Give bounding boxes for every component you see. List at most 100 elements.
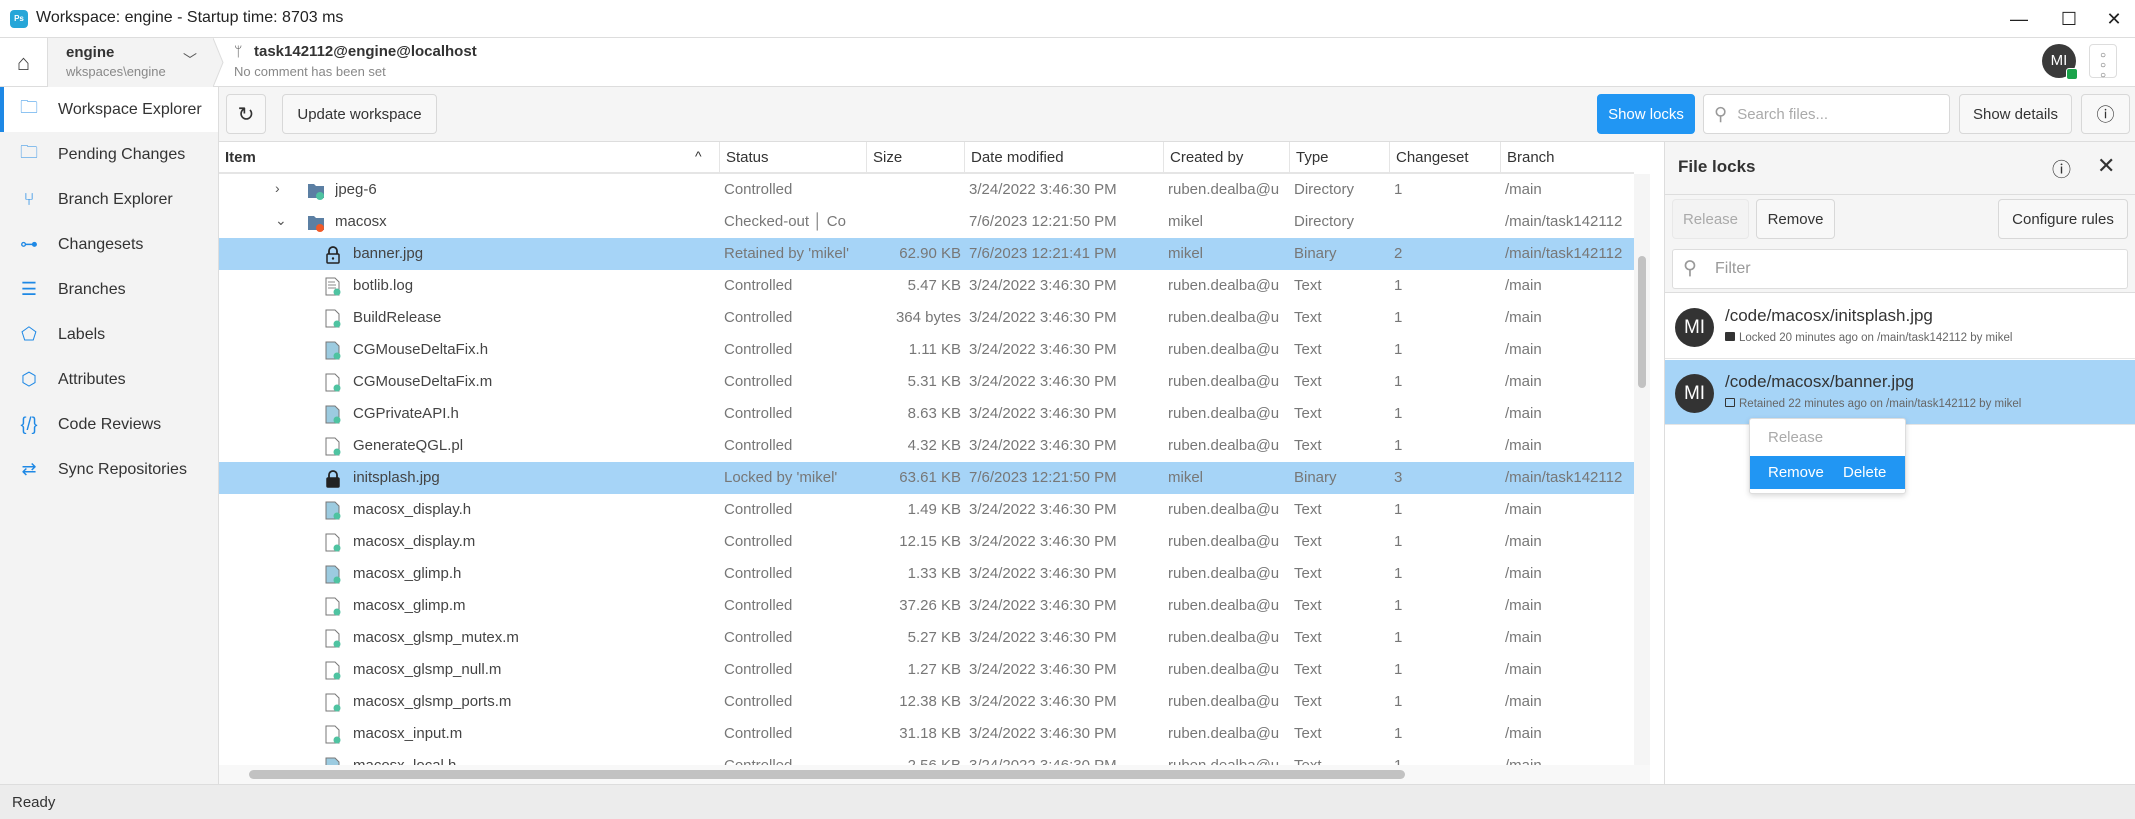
release-button[interactable]: Release	[1672, 199, 1749, 239]
home-button[interactable]: ⌂	[0, 38, 48, 87]
cell-cs: 1	[1394, 437, 1403, 454]
vertical-scrollbar[interactable]	[1634, 174, 1650, 765]
remove-button[interactable]: Remove	[1756, 199, 1835, 239]
cell-branch: /main	[1505, 533, 1542, 550]
sidebar-item-sync-repositories[interactable]: ⇄ Sync Repositories	[0, 447, 218, 492]
lock-item[interactable]: MI/code/macosx/initsplash.jpg Locked 20 m…	[1665, 294, 2135, 359]
column-header-type[interactable]: Type	[1289, 142, 1389, 174]
window-title: Workspace: engine - Startup time: 8703 m…	[36, 9, 344, 26]
menu-item-remove[interactable]: Remove Delete	[1750, 456, 1905, 489]
menu-item-release[interactable]: Release	[1750, 419, 1905, 456]
scrollbar-thumb[interactable]	[1638, 256, 1646, 388]
cell-by: ruben.dealba@u	[1168, 501, 1280, 518]
column-header-status[interactable]: Status	[719, 142, 866, 174]
cell-name: initsplash.jpg	[353, 469, 440, 486]
table-row[interactable]: ⌄ macosx Checked-out │ Co 7/6/2023 12:21:50…	[219, 206, 1634, 238]
cell-size: 5.31 KB	[907, 373, 961, 390]
help-button[interactable]: ⓘ	[2081, 94, 2130, 134]
sidebar-item-changesets[interactable]: ⊶ Changesets	[0, 222, 218, 267]
cell-name: BuildRelease	[353, 309, 442, 326]
table-row[interactable]: › jpeg-6 Controlled 3/24/2022 3:46:30 PM rub…	[219, 174, 1634, 206]
table-row[interactable]: CGPrivateAPI.h Controlled 8.63 KB 3/24/2022…	[219, 398, 1634, 430]
cell-size: 12.38 KB	[899, 693, 961, 710]
cell-date: 3/24/2022 3:46:30 PM	[969, 501, 1117, 518]
table-row[interactable]: macosx_display.m Controlled 12.15 KB 3/24/2…	[219, 526, 1634, 558]
table-row[interactable]: macosx_glsmp_ports.m Controlled 12.38 KB 3/…	[219, 686, 1634, 718]
table-row[interactable]: banner.jpg Retained by 'mikel' 62.90 KB 7/6…	[219, 238, 1634, 270]
cell-branch: /main	[1505, 405, 1542, 422]
close-panel-icon[interactable]: ✕	[2097, 153, 2115, 179]
sidebar-item-branch-explorer[interactable]: ⑂ Branch Explorer	[0, 177, 218, 222]
chevron-down-icon[interactable]: ⌄	[275, 212, 287, 229]
sidebar-item-branches[interactable]: ☰ Branches	[0, 267, 218, 312]
changesets-icon: ⊶	[20, 234, 38, 254]
horizontal-scrollbar[interactable]	[219, 765, 1650, 784]
show-locks-button[interactable]: Show locks	[1597, 94, 1695, 134]
menu-item-shortcut: Delete	[1843, 464, 1887, 481]
file-icon	[325, 661, 341, 680]
table-row[interactable]: macosx_glimp.h Controlled 1.33 KB 3/24/2022…	[219, 558, 1634, 590]
sidebar-item-attributes[interactable]: ⬡ Attributes	[0, 357, 218, 402]
branch-icon: ᛘ	[234, 43, 243, 59]
table-row[interactable]: BuildRelease Controlled 364 bytes 3/24/2022…	[219, 302, 1634, 334]
chevron-right-icon[interactable]: ›	[275, 180, 280, 196]
lock-item[interactable]: MI/code/macosx/banner.jpg Retained 22 min…	[1665, 360, 2135, 425]
workspace-path: wkspaces\engine	[66, 64, 166, 79]
workspace-selector[interactable]: engine wkspaces\engine ﹀	[48, 38, 213, 87]
cell-branch: /main	[1505, 597, 1542, 614]
cell-cs: 2	[1394, 245, 1403, 262]
more-options-button[interactable]: ○ ○ ○	[2089, 44, 2117, 81]
column-header-date-modified[interactable]: Date modified	[964, 142, 1163, 174]
cell-name: CGMouseDeltaFix.h	[353, 341, 489, 358]
close-window-button[interactable]: ✕	[2085, 0, 2135, 38]
sidebar-item-labels[interactable]: ⬠ Labels	[0, 312, 218, 357]
cell-branch: /main	[1505, 309, 1542, 326]
lock-badge-icon	[2066, 68, 2078, 80]
sidebar-item-label: Workspace Explorer	[58, 100, 202, 118]
table-row[interactable]: CGMouseDeltaFix.m Controlled 5.31 KB 3/24/2…	[219, 366, 1634, 398]
cell-status: Controlled	[724, 661, 793, 678]
help-icon[interactable]: ⓘ	[2052, 155, 2071, 182]
table-row[interactable]: GenerateQGL.pl Controlled 4.32 KB 3/24/2022…	[219, 430, 1634, 462]
table-row[interactable]: botlib.log Controlled 5.47 KB 3/24/2022 3:4…	[219, 270, 1634, 302]
context-menu: Release Remove Delete	[1749, 418, 1906, 494]
search-files-input[interactable]: ⚲ Search files...	[1703, 94, 1950, 134]
table-row[interactable]: macosx_local.h Controlled 2.56 KB 3/24/2022…	[219, 750, 1634, 765]
cell-branch: /main	[1505, 341, 1542, 358]
sidebar-item-label: Pending Changes	[58, 145, 186, 163]
update-workspace-button[interactable]: Update workspace	[282, 94, 437, 134]
column-header-changeset[interactable]: Changeset	[1389, 142, 1500, 174]
sidebar-item-code-reviews[interactable]: {/} Code Reviews	[0, 402, 218, 447]
table-row[interactable]: macosx_display.h Controlled 1.49 KB 3/24/20…	[219, 494, 1634, 526]
table-row[interactable]: macosx_glsmp_mutex.m Controlled 5.27 KB 3/2…	[219, 622, 1634, 654]
scrollbar-thumb[interactable]	[249, 770, 1405, 779]
configure-rules-button[interactable]: Configure rules	[1998, 199, 2128, 239]
cell-cs: 1	[1394, 565, 1403, 582]
column-header-size[interactable]: Size	[866, 142, 964, 174]
cell-status: Controlled	[724, 533, 793, 550]
cell-by: mikel	[1168, 469, 1204, 486]
show-details-button[interactable]: Show details	[1959, 94, 2072, 134]
cell-size: 1.49 KB	[907, 501, 961, 518]
cell-date: 3/24/2022 3:46:30 PM	[969, 597, 1117, 614]
lock-meta: Retained 22 minutes ago on /main/task142…	[1725, 398, 2021, 410]
help-icon: ⓘ	[2096, 105, 2115, 125]
filter-input[interactable]: ⚲ Filter	[1672, 249, 2128, 289]
file-icon	[325, 629, 341, 648]
cell-size: 8.63 KB	[907, 405, 961, 422]
table-row[interactable]: CGMouseDeltaFix.h Controlled 1.11 KB 3/24/2…	[219, 334, 1634, 366]
sidebar-item-pending-changes[interactable]: 🗀 Pending Changes	[0, 132, 218, 177]
table-row[interactable]: macosx_input.m Controlled 31.18 KB 3/24/202…	[219, 718, 1634, 750]
column-header-created-by[interactable]: Created by	[1163, 142, 1289, 174]
table-row[interactable]: initsplash.jpg Locked by 'mikel' 63.61 KB 7…	[219, 462, 1634, 494]
table-row[interactable]: macosx_glimp.m Controlled 37.26 KB 3/24/202…	[219, 590, 1634, 622]
table-row[interactable]: macosx_glsmp_null.m Controlled 1.27 KB 3/24…	[219, 654, 1634, 686]
app-logo-icon: Ps	[10, 10, 28, 28]
refresh-button[interactable]: ↻	[226, 94, 266, 134]
column-header-branch[interactable]: Branch	[1500, 142, 1634, 174]
cell-date: 3/24/2022 3:46:30 PM	[969, 277, 1117, 294]
cell-type: Text	[1294, 405, 1322, 422]
cell-size: 5.27 KB	[907, 629, 961, 646]
column-header-item[interactable]: Item	[219, 142, 719, 174]
sidebar-item-workspace-explorer[interactable]: 🗀 Workspace Explorer	[0, 87, 218, 132]
